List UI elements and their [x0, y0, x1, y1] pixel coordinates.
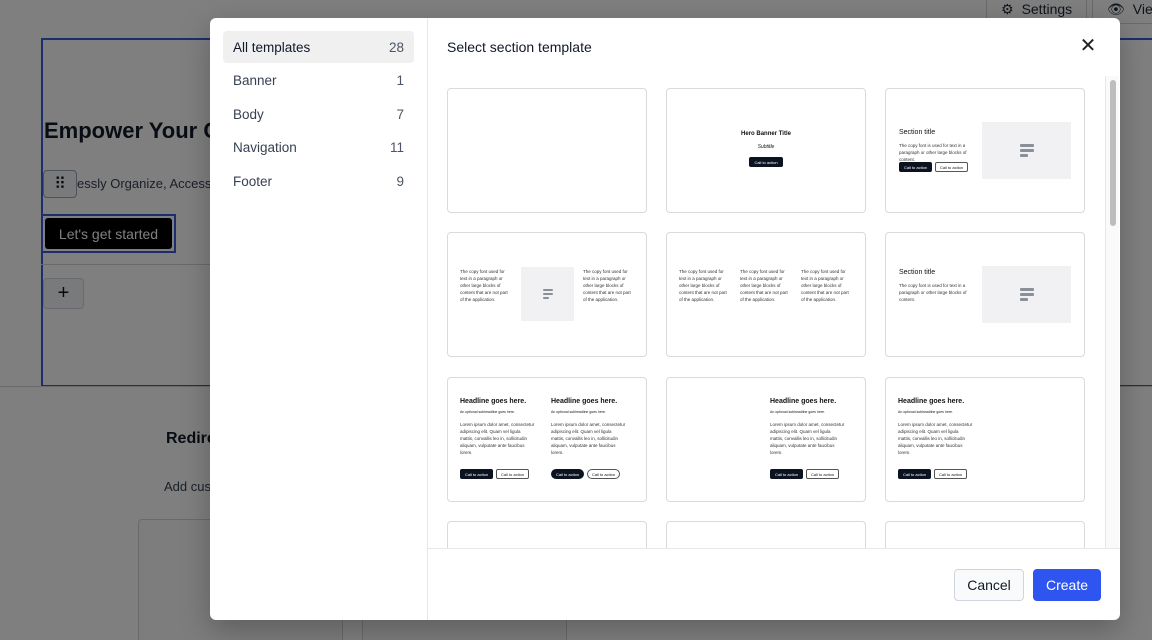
category-count: 11	[389, 140, 404, 156]
thumb-col-text: The copy font used for text in a paragra…	[679, 269, 727, 302]
image-placeholder-icon	[982, 266, 1071, 323]
image-placeholder-icon	[521, 267, 574, 321]
thumb-lorem: Lorem ipsum dolor amet, consectetur adip…	[770, 422, 845, 455]
template-card-two-headlines[interactable]: Headline goes here. An optional subheadl…	[447, 377, 647, 502]
category-footer[interactable]: Footer 9	[223, 165, 414, 197]
category-count: 28	[388, 39, 404, 55]
thumb-btn-light: Call to action	[806, 469, 839, 479]
thumb-section-title: Section title	[899, 269, 936, 276]
thumb-headline-sub: An optional subheadline goes here.	[898, 410, 953, 414]
thumb-hero-title: Hero Banner Title	[741, 131, 791, 137]
thumb-hero-subtitle: Subtitle	[757, 144, 775, 150]
close-icon[interactable]: ✕	[1078, 36, 1098, 56]
template-grid: Hero Banner Title Subtitle Call to actio…	[428, 75, 1120, 548]
thumb-headline: Headline goes here.	[551, 398, 618, 405]
thumb-section-text: The copy font is used for text in a para…	[899, 143, 967, 162]
image-placeholder-icon	[982, 122, 1071, 179]
thumb-btn-dark: Call to action	[899, 162, 932, 172]
thumb-btn-light: Call to action	[935, 162, 968, 172]
cancel-button[interactable]: Cancel	[954, 569, 1024, 601]
template-card-section-text-image[interactable]: Section title The copy font is used for …	[885, 232, 1085, 357]
template-card-two-text-image[interactable]: The copy font used for text in a paragra…	[447, 232, 647, 357]
category-label: Footer	[233, 173, 273, 189]
thumb-btn-light: Call to action	[496, 469, 529, 479]
thumb-headline-sub: An optional subheadline goes here.	[551, 410, 606, 414]
category-count: 1	[396, 73, 404, 89]
category-body[interactable]: Body 7	[223, 98, 414, 130]
create-button[interactable]: Create	[1033, 569, 1101, 601]
thumb-headline: Headline goes here.	[460, 398, 527, 405]
section-template-modal: All templates 28 Banner 1 Body 7 Navigat…	[210, 18, 1120, 620]
category-label: All templates	[233, 39, 311, 55]
thumb-headline: Headline goes here.	[898, 398, 965, 405]
modal-footer: Cancel Create	[428, 548, 1120, 620]
template-card[interactable]	[666, 521, 866, 548]
thumb-hero-button: Call to action	[749, 157, 783, 167]
template-card-section-image-right[interactable]: Section title The copy font is used for …	[885, 88, 1085, 213]
category-count: 9	[396, 173, 404, 189]
thumb-section-text: The copy font is used for text in a para…	[899, 283, 967, 302]
grid-scrollbar[interactable]	[1105, 76, 1119, 548]
template-card-three-columns[interactable]: The copy font used for text in a paragra…	[666, 232, 866, 357]
thumb-btn-dark: Call to action	[551, 469, 584, 479]
thumb-headline: Headline goes here.	[770, 398, 837, 405]
modal-header: Select section template ✕	[428, 18, 1120, 75]
category-label: Banner	[233, 73, 277, 89]
thumb-section-title: Section title	[899, 129, 936, 136]
category-label: Navigation	[233, 140, 297, 156]
template-card[interactable]	[447, 521, 647, 548]
category-sidebar: All templates 28 Banner 1 Body 7 Navigat…	[210, 18, 428, 620]
category-label: Body	[233, 106, 264, 122]
category-all-templates[interactable]: All templates 28	[223, 31, 414, 63]
category-count: 7	[396, 106, 404, 122]
thumb-headline-sub: An optional subheadline goes here.	[770, 410, 825, 414]
thumb-col-text: The copy font used for text in a paragra…	[801, 269, 849, 302]
thumb-headline-sub: An optional subheadline goes here.	[460, 410, 515, 414]
template-card[interactable]	[885, 521, 1085, 548]
thumb-lorem: Lorem ipsum dolor amet, consectetur adip…	[898, 422, 973, 455]
scrollbar-thumb[interactable]	[1110, 80, 1116, 226]
template-card-headline-right[interactable]: Headline goes here. An optional subheadl…	[666, 377, 866, 502]
thumb-col-text: The copy font used for text in a paragra…	[583, 269, 631, 302]
template-card-hero-banner[interactable]: Hero Banner Title Subtitle Call to actio…	[666, 88, 866, 213]
category-banner[interactable]: Banner 1	[223, 65, 414, 97]
thumb-col-text: The copy font used for text in a paragra…	[740, 269, 788, 302]
thumb-lorem: Lorem ipsum dolor amet, consectetur adip…	[551, 422, 626, 455]
thumb-btn-dark: Call to action	[770, 469, 803, 479]
template-card-blank[interactable]	[447, 88, 647, 213]
category-navigation[interactable]: Navigation 11	[223, 132, 414, 164]
thumb-col-text: The copy font used for text in a paragra…	[460, 269, 508, 302]
modal-title: Select section template	[447, 38, 592, 55]
thumb-btn-dark: Call to action	[460, 469, 493, 479]
thumb-btn-light: Call to action	[934, 469, 967, 479]
thumb-btn-dark: Call to action	[898, 469, 931, 479]
template-card-headline-left[interactable]: Headline goes here. An optional subheadl…	[885, 377, 1085, 502]
thumb-lorem: Lorem ipsum dolor amet, consectetur adip…	[460, 422, 535, 455]
thumb-btn-light: Call to action	[587, 469, 620, 479]
template-main-panel: Select section template ✕ Hero Banner Ti…	[428, 18, 1120, 620]
